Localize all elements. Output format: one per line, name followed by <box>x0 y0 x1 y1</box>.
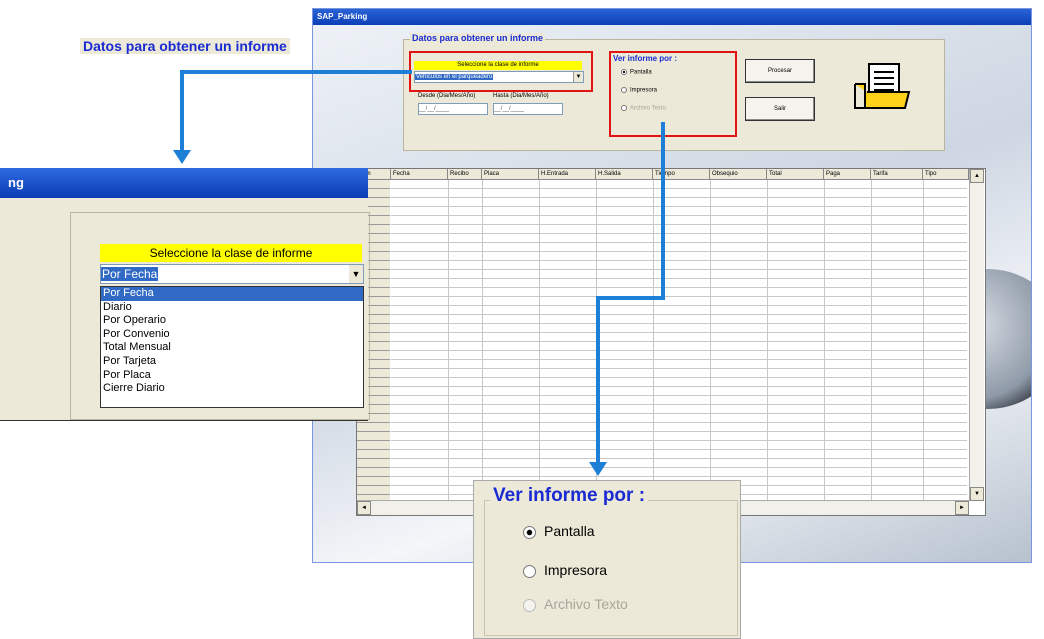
radio-icon <box>621 87 627 93</box>
radio-label: Archivo Texto <box>544 596 628 612</box>
list-item[interactable]: Cierre Diario <box>101 382 363 396</box>
radio-label: Impresora <box>544 562 608 578</box>
radio-checked-icon <box>621 69 627 75</box>
radio-label: Pantalla <box>630 69 652 76</box>
radio-icon <box>523 598 536 612</box>
chevron-down-icon[interactable]: ▼ <box>349 265 363 283</box>
list-item[interactable]: Total Mensual <box>101 341 363 355</box>
results-grid[interactable]: Item Fecha Recibo Placa H.Entrada H.Sali… <box>356 168 986 516</box>
zoom-window-title: ng <box>0 168 368 198</box>
chevron-down-icon[interactable]: ▼ <box>573 72 583 82</box>
hasta-label: Hasta (Dia/Mes/Año) <box>493 93 549 99</box>
list-item[interactable]: Diario <box>101 301 363 315</box>
arrow-line <box>180 70 412 74</box>
arrow-line <box>180 70 184 154</box>
zoom-radio-pantalla[interactable]: Pantalla <box>523 523 595 539</box>
radio-label: Impresora <box>630 87 658 94</box>
combo-value: Vehículos en el parqueadero <box>415 74 494 80</box>
scroll-down-icon[interactable]: ▼ <box>970 487 984 501</box>
list-item[interactable]: Por Operario <box>101 314 363 328</box>
radio-archivo[interactable]: Archivo Texto <box>621 105 666 112</box>
zoom-select-label: Seleccione la clase de informe <box>100 244 362 262</box>
col-header[interactable]: Tarifa <box>871 169 923 179</box>
ver-informe-title: Ver informe por : <box>613 54 678 63</box>
combo-value: Por Fecha <box>101 267 159 281</box>
col-divider <box>482 180 483 500</box>
radio-label: Archivo Texto <box>630 105 666 112</box>
col-divider <box>824 180 825 500</box>
zoom-radio-impresora[interactable]: Impresora <box>523 562 607 578</box>
radio-pantalla[interactable]: Pantalla <box>621 69 652 76</box>
radio-label: Pantalla <box>544 523 595 539</box>
col-header[interactable]: H.Salida <box>596 169 653 179</box>
window-title: SAP_Parking <box>313 9 1031 25</box>
col-header[interactable]: Total <box>767 169 824 179</box>
zoom-ver-informe-title: Ver informe por : <box>490 485 649 507</box>
col-divider <box>539 180 540 500</box>
procesar-button[interactable]: Procesar <box>745 59 815 83</box>
col-header[interactable]: Tipo <box>923 169 969 179</box>
vertical-scrollbar[interactable]: ▲ ▼ <box>969 169 984 501</box>
zoom-radio-archivo[interactable]: Archivo Texto <box>523 596 628 612</box>
group-title: Datos para obtener un informe <box>410 33 546 43</box>
arrow-line <box>596 296 665 300</box>
col-divider <box>871 180 872 500</box>
radio-icon <box>523 564 536 578</box>
list-item[interactable]: Por Tarjeta <box>101 355 363 369</box>
col-divider <box>710 180 711 500</box>
report-folder-icon <box>853 62 911 112</box>
select-label: Seleccione la clase de informe <box>414 61 582 70</box>
report-type-combo[interactable]: Vehículos en el parqueadero ▼ <box>414 71 584 83</box>
scroll-up-icon[interactable]: ▲ <box>970 169 984 183</box>
col-header[interactable]: Placa <box>482 169 539 179</box>
col-divider <box>767 180 768 500</box>
col-header[interactable]: H.Entrada <box>539 169 596 179</box>
arrow-down-icon <box>173 150 191 164</box>
scroll-right-icon[interactable]: ► <box>955 501 969 515</box>
col-divider <box>923 180 924 500</box>
report-type-options-list[interactable]: Por Fecha Diario Por Operario Por Conven… <box>100 286 364 408</box>
radio-impresora[interactable]: Impresora <box>621 87 657 94</box>
list-item[interactable]: Por Fecha <box>101 287 363 301</box>
col-header[interactable]: Paga <box>824 169 871 179</box>
arrow-down-icon <box>589 462 607 476</box>
col-header[interactable]: Obsequio <box>710 169 767 179</box>
col-header[interactable]: Fecha <box>391 169 448 179</box>
ver-highlight-box <box>609 51 737 137</box>
list-item[interactable]: Por Placa <box>101 369 363 383</box>
zoom-report-type-combo[interactable]: Por Fecha ▼ <box>100 264 364 284</box>
salir-button[interactable]: Salir <box>745 97 815 121</box>
hasta-date-field[interactable]: __/__/____ <box>493 103 563 115</box>
grid-cells[interactable] <box>391 180 967 500</box>
arrow-line <box>596 296 600 466</box>
desde-label: Desde (Dia/Mes/Año) <box>418 93 476 99</box>
col-header[interactable]: Recibo <box>448 169 482 179</box>
col-divider <box>653 180 654 500</box>
list-item[interactable]: Por Convenio <box>101 328 363 342</box>
radio-icon <box>621 105 627 111</box>
desde-date-field[interactable]: __/__/____ <box>418 103 488 115</box>
scroll-left-icon[interactable]: ◄ <box>357 501 371 515</box>
radio-checked-icon <box>523 525 536 539</box>
grid-header: Item Fecha Recibo Placa H.Entrada H.Sali… <box>357 169 977 180</box>
zoom-group-title: Datos para obtener un informe <box>80 38 290 54</box>
arrow-line <box>661 122 665 300</box>
col-divider <box>448 180 449 500</box>
